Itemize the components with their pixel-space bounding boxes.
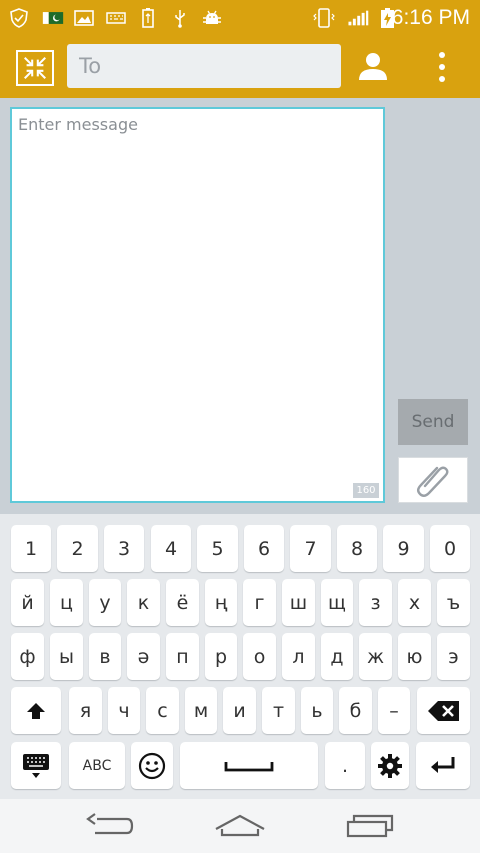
key-letter[interactable]: ц	[50, 579, 83, 626]
send-button[interactable]: Send	[398, 399, 468, 445]
key-letter[interactable]: г	[243, 579, 276, 626]
status-time: 6:16 PM	[391, 6, 470, 29]
character-counter: 160	[353, 483, 379, 498]
enter-icon	[428, 754, 458, 778]
shield-check-icon	[8, 7, 30, 29]
key-letter[interactable]: л	[282, 633, 315, 680]
keyboard-settings-key[interactable]	[11, 742, 61, 789]
key-letter[interactable]: у	[89, 579, 121, 626]
key-letter[interactable]: х	[398, 579, 431, 626]
key-6[interactable]: 6	[244, 525, 284, 572]
navigation-bar	[0, 799, 480, 853]
key-1[interactable]: 1	[11, 525, 51, 572]
message-composer: 160 Send	[0, 98, 480, 514]
key-letter[interactable]: к	[127, 579, 160, 626]
attach-button[interactable]	[398, 457, 468, 503]
key-letter[interactable]: в	[89, 633, 121, 680]
key-2[interactable]: 2	[57, 525, 98, 572]
key-letter[interactable]: ь	[301, 687, 333, 734]
home-icon[interactable]	[213, 809, 267, 843]
period-key[interactable]: .	[325, 742, 365, 789]
key-letter[interactable]: и	[223, 687, 256, 734]
vibrate-icon	[313, 7, 335, 29]
key-3[interactable]: 3	[104, 525, 144, 572]
key-letter[interactable]: я	[69, 687, 102, 734]
key-dash[interactable]: –	[378, 687, 410, 734]
gear-key[interactable]	[371, 742, 409, 789]
emoji-icon	[138, 752, 166, 780]
recipient-input[interactable]	[67, 44, 341, 88]
key-letter[interactable]: ё	[166, 579, 199, 626]
key-7[interactable]: 7	[290, 525, 331, 572]
keyboard: 1 2 3 4 5 6 7 8 9 0 й ц у к ё ң г ш щ з …	[0, 514, 480, 799]
image-icon	[73, 7, 95, 29]
key-letter[interactable]: р	[205, 633, 237, 680]
collapse-arrows-icon[interactable]	[16, 50, 54, 86]
backspace-key[interactable]	[417, 687, 470, 734]
signal-icon	[343, 7, 373, 29]
paperclip-icon	[413, 458, 453, 502]
key-letter[interactable]: ә	[127, 633, 160, 680]
key-letter[interactable]: ф	[11, 633, 44, 680]
key-0[interactable]: 0	[430, 525, 470, 572]
message-input[interactable]	[12, 109, 383, 501]
enter-key[interactable]	[416, 742, 470, 789]
key-9[interactable]: 9	[383, 525, 424, 572]
shift-key[interactable]	[11, 687, 61, 734]
key-5[interactable]: 5	[197, 525, 238, 572]
person-icon[interactable]	[356, 49, 390, 83]
key-letter[interactable]: щ	[321, 579, 353, 626]
compose-toolbar	[0, 36, 480, 98]
space-key[interactable]	[180, 742, 318, 789]
key-letter[interactable]: о	[243, 633, 276, 680]
key-letter[interactable]: с	[146, 687, 179, 734]
abc-key[interactable]: ABC	[69, 742, 125, 789]
key-letter[interactable]: т	[262, 687, 295, 734]
key-letter[interactable]: ч	[108, 687, 140, 734]
emoji-key[interactable]	[131, 742, 173, 789]
overflow-menu-icon[interactable]	[434, 50, 450, 84]
backspace-icon	[427, 699, 461, 723]
key-letter[interactable]: п	[166, 633, 199, 680]
key-letter[interactable]: б	[339, 687, 372, 734]
back-icon[interactable]	[83, 809, 137, 843]
pakistan-flag-icon	[40, 7, 66, 29]
key-letter[interactable]: ы	[50, 633, 83, 680]
key-letter[interactable]: э	[437, 633, 470, 680]
key-letter[interactable]: й	[11, 579, 44, 626]
key-letter[interactable]: д	[321, 633, 353, 680]
keyboard-settings-icon	[21, 752, 51, 780]
gear-icon	[376, 752, 404, 780]
key-4[interactable]: 4	[151, 525, 191, 572]
usb-icon	[169, 7, 191, 29]
status-bar: 6:16 PM	[0, 0, 480, 36]
keyboard-icon	[105, 7, 127, 29]
message-box: 160	[10, 107, 385, 503]
key-letter[interactable]: з	[359, 579, 392, 626]
shift-icon	[25, 700, 47, 722]
key-letter[interactable]: ж	[359, 633, 392, 680]
key-letter[interactable]: ъ	[437, 579, 470, 626]
key-letter[interactable]: м	[185, 687, 217, 734]
key-letter[interactable]: ш	[282, 579, 315, 626]
space-icon	[224, 759, 274, 773]
key-letter[interactable]: ң	[205, 579, 237, 626]
key-letter[interactable]: ю	[398, 633, 431, 680]
android-debug-icon	[201, 7, 223, 29]
battery-usb-icon	[137, 7, 159, 29]
key-8[interactable]: 8	[337, 525, 377, 572]
recents-icon[interactable]	[343, 809, 397, 843]
